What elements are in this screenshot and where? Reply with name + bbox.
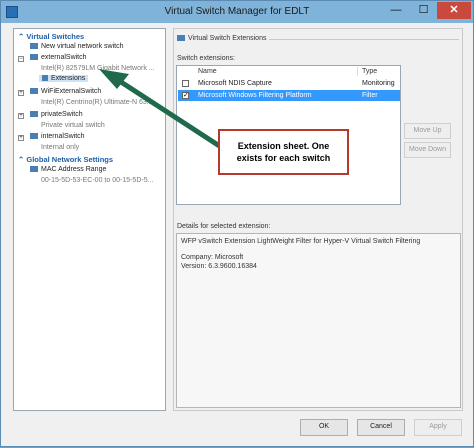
callout-line-2: exists for each switch [236, 153, 331, 163]
annotation-arrow [99, 69, 223, 150]
virtual-switch-manager-window: Virtual Switch Manager for EDLT — ☐ ✕ ⌃ … [0, 0, 474, 447]
callout-line-1: Extension sheet. One [237, 141, 330, 151]
arrow-shaft [119, 79, 223, 150]
annotation-callout: Extension sheet. One exists for each swi… [218, 129, 349, 175]
